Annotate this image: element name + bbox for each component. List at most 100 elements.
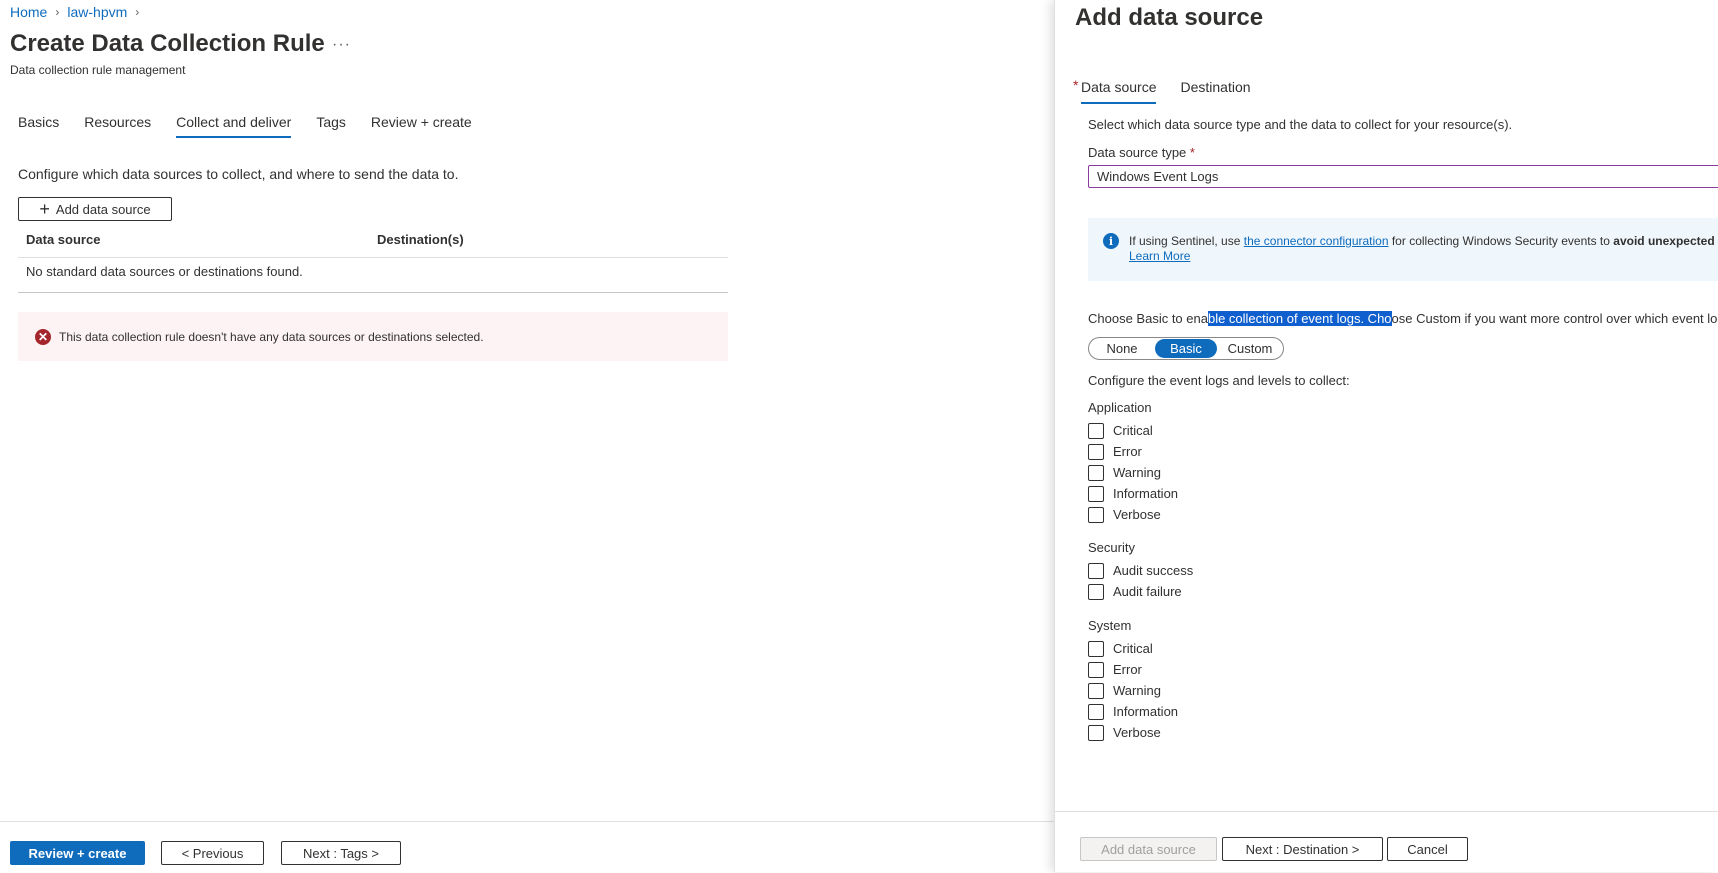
checkbox-box[interactable] [1088,661,1104,678]
checkbox-label: Verbose [1113,507,1161,522]
tab-destination[interactable]: Destination [1180,79,1250,102]
info-icon: i [1103,233,1119,249]
data-source-type-dropdown[interactable]: Windows Event Logs [1088,165,1718,188]
checkbox-box[interactable] [1088,464,1104,481]
checkbox-box[interactable] [1088,703,1104,720]
choose-text-part2: ose Custom if you want more control over… [1391,311,1718,326]
info-text-bold: avoid unexpected [1613,234,1715,248]
grid-empty-row: No standard data sources or destinations… [18,258,728,293]
next-destination-button[interactable]: Next : Destination > [1222,837,1383,861]
tab-data-source[interactable]: * Data source [1073,77,1157,104]
checkbox-label: Information [1113,704,1179,719]
wizard-footer: Review + create < Previous Next : Tags > [0,821,1054,873]
checkbox-system-critical[interactable]: Critical [1088,638,1178,659]
checkbox-system-warning[interactable]: Warning [1088,680,1178,701]
tab-review-create[interactable]: Review + create [371,114,472,136]
column-header-data-source: Data source [26,232,101,247]
toggle-custom[interactable]: Custom [1217,339,1283,358]
empty-message: No standard data sources or destinations… [26,264,303,279]
checkbox-box[interactable] [1088,640,1104,657]
group-title: System [1088,618,1132,633]
collect-intro-text: Configure which data sources to collect,… [18,166,459,182]
group-title: Application [1088,400,1152,415]
checkbox-application-error[interactable]: Error [1088,441,1178,462]
tab-tags[interactable]: Tags [316,114,346,136]
group-application: Application Critical Error Warning Infor… [1088,365,1178,525]
checkbox-application-information[interactable]: Information [1088,483,1178,504]
tab-data-source-label: Data source [1081,79,1157,95]
checkbox-application-verbose[interactable]: Verbose [1088,504,1178,525]
checkbox-label: Error [1113,662,1142,677]
checkbox-box[interactable] [1088,422,1104,439]
connector-configuration-link[interactable]: the connector configuration [1244,234,1389,248]
review-create-button[interactable]: Review + create [10,841,145,865]
panel-title: Add data source [1075,4,1264,31]
column-header-destinations: Destination(s) [377,232,464,247]
chevron-right-icon: › [135,5,140,19]
data-source-type-label-text: Data source type [1088,145,1187,160]
add-data-source-submit-button[interactable]: Add data source [1080,837,1217,861]
group-system: System Critical Error Warning Informatio… [1088,618,1178,743]
checkbox-security-audit-success[interactable]: Audit success [1088,560,1193,581]
tab-collect-and-deliver[interactable]: Collect and deliver [176,114,292,138]
toggle-basic[interactable]: Basic [1155,339,1217,358]
add-data-source-label: Add data source [55,201,151,217]
checkbox-application-warning[interactable]: Warning [1088,462,1178,483]
checkbox-label: Audit success [1113,563,1194,578]
breadcrumb-law-hpvm[interactable]: law-hpvm [67,4,127,20]
checkbox-label: Verbose [1113,725,1161,740]
more-options-icon[interactable]: ··· [332,36,351,54]
page-subtitle: Data collection rule management [10,63,186,77]
plus-icon: + [39,199,50,219]
previous-button[interactable]: < Previous [161,841,264,865]
checkbox-application-critical[interactable]: Critical [1088,420,1178,441]
breadcrumb: Home › law-hpvm › [10,4,139,20]
choose-basic-text: Choose Basic to enable collection of eve… [1088,311,1718,326]
add-data-source-panel: Add data source * Data source Destinatio… [1054,0,1718,872]
checkbox-box[interactable] [1088,506,1104,523]
checkbox-label: Warning [1113,683,1161,698]
page-title: Create Data Collection Rule [10,30,325,57]
choose-text-selected: ble collection of event logs. Cho [1207,311,1392,326]
panel-tabs: * Data source Destination [1073,77,1275,104]
checkbox-system-information[interactable]: Information [1088,701,1178,722]
checkbox-label: Audit failure [1113,584,1182,599]
checkbox-system-error[interactable]: Error [1088,659,1178,680]
required-indicator: * [1073,77,1079,93]
checkbox-box[interactable] [1088,443,1104,460]
error-icon: ✕ [35,328,51,345]
tab-resources[interactable]: Resources [84,114,151,136]
group-title: Security [1088,540,1135,555]
next-tags-button[interactable]: Next : Tags > [281,841,401,865]
toggle-none[interactable]: None [1089,339,1155,358]
group-security: Security Audit success Audit failure [1088,540,1193,602]
error-message-bar: ✕ This data collection rule doesn't have… [18,312,728,361]
checkbox-label: Warning [1113,465,1161,480]
checkbox-label: Critical [1113,641,1153,656]
checkbox-security-audit-failure[interactable]: Audit failure [1088,581,1193,602]
breadcrumb-home[interactable]: Home [10,4,47,20]
learn-more-link[interactable]: Learn More [1129,249,1190,263]
checkbox-box[interactable] [1088,562,1104,579]
info-text-middle: for collecting Windows Security events t… [1388,234,1614,248]
required-indicator: * [1189,145,1195,160]
choose-text-part1: Choose Basic to ena [1088,311,1208,326]
checkbox-box[interactable] [1088,724,1104,741]
data-sources-grid-header: Data source Destination(s) [18,230,728,258]
panel-footer: Add data source Next : Destination > Can… [1055,811,1718,872]
cancel-button[interactable]: Cancel [1387,837,1468,861]
tab-basics[interactable]: Basics [18,114,59,136]
add-data-source-button[interactable]: + Add data source [18,197,172,221]
checkbox-system-verbose[interactable]: Verbose [1088,722,1178,743]
checkbox-label: Information [1113,486,1179,501]
sentinel-info-box: i If using Sentinel, use the connector c… [1088,218,1718,281]
checkbox-label: Error [1113,444,1142,459]
info-text: If using Sentinel, use the connector con… [1129,234,1715,264]
checkbox-box[interactable] [1088,583,1104,600]
checkbox-box[interactable] [1088,682,1104,699]
info-text-prefix: If using Sentinel, use [1129,234,1244,248]
checkbox-label: Critical [1113,423,1153,438]
wizard-tabs: Basics Resources Collect and deliver Tag… [18,114,497,138]
create-dcr-blade: Home › law-hpvm › Create Data Collection… [0,0,1054,872]
checkbox-box[interactable] [1088,485,1104,502]
